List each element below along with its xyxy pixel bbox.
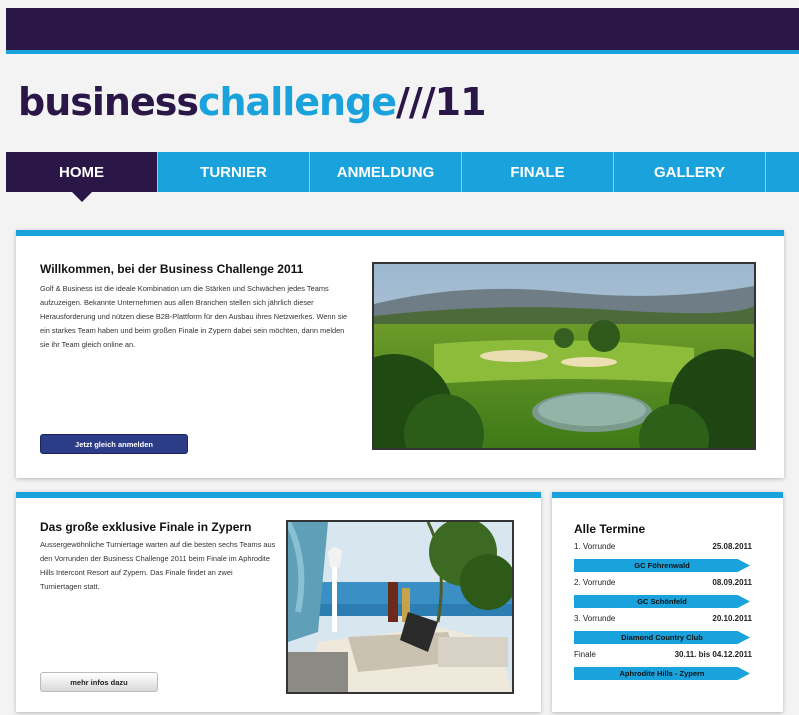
date-row-4: Finale 30.11. bis 04.12.2011 xyxy=(574,650,752,659)
top-banner xyxy=(6,8,799,50)
nav-tab-turnier[interactable]: TURNIER xyxy=(158,152,310,192)
venue-link-1[interactable]: GC Föhrenwald xyxy=(574,559,750,572)
nav-tab-gallery[interactable]: GALLERY xyxy=(614,152,766,192)
nav-tab-home[interactable]: HOME xyxy=(6,152,158,202)
welcome-text: Golf & Business ist die ideale Kombinati… xyxy=(40,284,348,349)
date-row-1: 1. Vorrunde 25.08.2011 xyxy=(574,542,752,551)
logo-business-text: business xyxy=(18,80,199,124)
dates-title: Alle Termine xyxy=(574,522,646,536)
more-info-button[interactable]: mehr infos dazu xyxy=(40,672,158,692)
site-logo[interactable]: businesschallenge///11 xyxy=(18,80,487,124)
round-date: 20.10.2011 xyxy=(712,614,752,623)
venue-link-3[interactable]: Diamond Country Club xyxy=(574,631,750,644)
round-label: 2. Vorrunde xyxy=(574,578,616,587)
round-label: Finale xyxy=(574,650,596,659)
top-accent-line xyxy=(6,50,799,54)
venue-link-4[interactable]: Aphrodite Hills - Zypern xyxy=(574,667,750,680)
venue-link-2[interactable]: GC Schönfeld xyxy=(574,595,750,608)
logo-challenge-text: challenge xyxy=(197,80,397,124)
round-label: 1. Vorrunde xyxy=(574,542,616,551)
register-now-button[interactable]: Jetzt gleich anmelden xyxy=(40,434,188,454)
main-navigation: HOME TURNIER ANMELDUNG FINALE GALLERY xyxy=(6,152,799,202)
round-date: 25.08.2011 xyxy=(712,542,752,551)
cyprus-resort-image xyxy=(286,520,514,694)
logo-year-text: ///11 xyxy=(396,80,487,124)
welcome-panel: Willkommen, bei der Business Challenge 2… xyxy=(16,230,784,478)
golf-course-image xyxy=(372,262,756,450)
date-row-3: 3. Vorrunde 20.10.2011 xyxy=(574,614,752,623)
finale-text: Aussergewöhnliche Turniertage warten auf… xyxy=(40,540,276,591)
round-label: 3. Vorrunde xyxy=(574,614,616,623)
finale-panel: Das große exklusive Finale in Zypern Aus… xyxy=(16,492,541,712)
welcome-title: Willkommen, bei der Business Challenge 2… xyxy=(40,262,304,276)
dates-panel: Alle Termine 1. Vorrunde 25.08.2011 GC F… xyxy=(552,492,783,712)
round-date: 08.09.2011 xyxy=(712,578,752,587)
resort-terrace-illustration xyxy=(288,522,512,692)
nav-tab-anmeldung[interactable]: ANMELDUNG xyxy=(310,152,462,192)
date-row-2: 2. Vorrunde 08.09.2011 xyxy=(574,578,752,587)
golf-course-illustration xyxy=(374,264,754,448)
nav-tab-finale[interactable]: FINALE xyxy=(462,152,614,192)
round-date: 30.11. bis 04.12.2011 xyxy=(674,650,752,659)
finale-title: Das große exklusive Finale in Zypern xyxy=(40,520,252,534)
